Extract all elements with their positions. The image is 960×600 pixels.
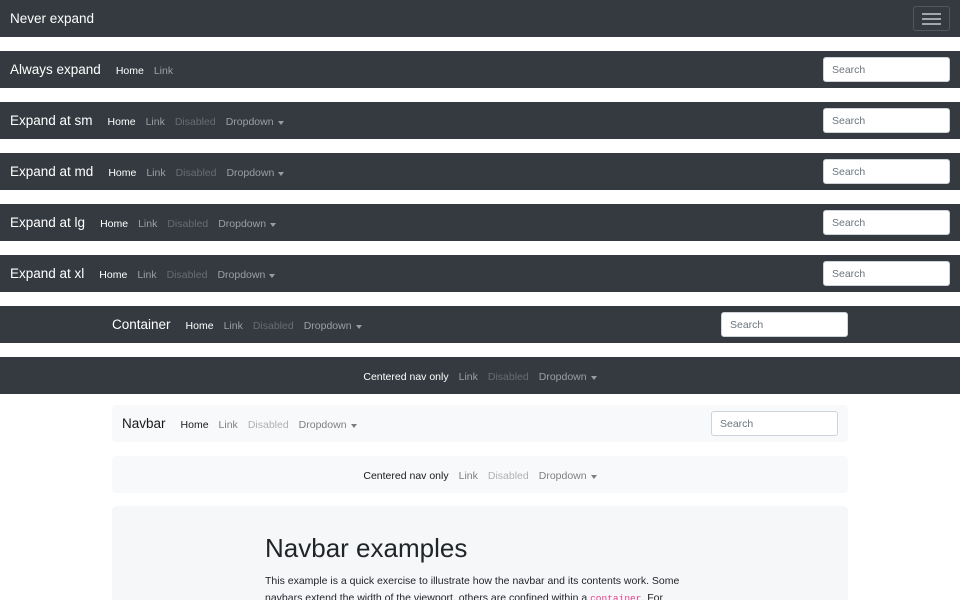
brand-expand-lg[interactable]: Expand at lg bbox=[10, 215, 85, 230]
nav-link-disabled: Disabled bbox=[171, 167, 222, 179]
nav-link-home[interactable]: Home bbox=[181, 320, 219, 332]
search-input[interactable] bbox=[823, 57, 950, 82]
search-input[interactable] bbox=[721, 312, 848, 337]
search-input[interactable] bbox=[711, 411, 838, 436]
nav-dropdown-toggle[interactable]: Dropdown bbox=[221, 167, 289, 179]
nav-link-home[interactable]: Home bbox=[103, 116, 141, 128]
search-input[interactable] bbox=[823, 261, 950, 286]
hero-panel: Navbar examples This example is a quick … bbox=[112, 506, 848, 600]
nav-dropdown-toggle[interactable]: Dropdown bbox=[294, 419, 362, 431]
hamburger-icon bbox=[922, 18, 941, 20]
navbar-always-expand: Always expand Home Link bbox=[0, 51, 960, 88]
nav-link-disabled: Disabled bbox=[162, 218, 213, 230]
nav-link-centered-nav-only[interactable]: Centered nav only bbox=[358, 371, 453, 383]
inline-code-container: container bbox=[590, 593, 641, 600]
chevron-down-icon bbox=[278, 172, 284, 176]
nav-dropdown-toggle[interactable]: Dropdown bbox=[221, 116, 289, 128]
page-title: Navbar examples bbox=[265, 533, 697, 564]
navbar-never-expand: Never expand bbox=[0, 0, 960, 37]
nav-link-disabled: Disabled bbox=[170, 116, 221, 128]
nav-dropdown-toggle[interactable]: Dropdown bbox=[534, 470, 602, 482]
navbar-light: Navbar Home Link Disabled Dropdown bbox=[112, 405, 848, 442]
brand-expand-sm[interactable]: Expand at sm bbox=[10, 113, 93, 128]
brand-container[interactable]: Container bbox=[112, 317, 171, 332]
nav-link-home[interactable]: Home bbox=[111, 65, 149, 77]
search-input[interactable] bbox=[823, 108, 950, 133]
hamburger-icon bbox=[922, 23, 941, 25]
nav-link-disabled: Disabled bbox=[162, 269, 213, 281]
navbar-light-centered: Centered nav only Link Disabled Dropdown bbox=[112, 456, 848, 493]
nav-link-link[interactable]: Link bbox=[214, 419, 243, 431]
navbar-expand-lg: Expand at lg Home Link Disabled Dropdown bbox=[0, 204, 960, 241]
nav-link-link[interactable]: Link bbox=[454, 470, 483, 482]
brand-navbar[interactable]: Navbar bbox=[122, 416, 166, 431]
nav-link-link[interactable]: Link bbox=[141, 116, 170, 128]
chevron-down-icon bbox=[278, 121, 284, 125]
nav-link-home[interactable]: Home bbox=[94, 269, 132, 281]
nav-link-centered-nav-only[interactable]: Centered nav only bbox=[358, 470, 453, 482]
nav-dropdown-toggle[interactable]: Dropdown bbox=[299, 320, 367, 332]
nav-link-home[interactable]: Home bbox=[103, 167, 141, 179]
navbar-expand-sm: Expand at sm Home Link Disabled Dropdown bbox=[0, 102, 960, 139]
nav-link-disabled: Disabled bbox=[248, 320, 299, 332]
nav-link-link[interactable]: Link bbox=[219, 320, 248, 332]
nav-link-disabled: Disabled bbox=[483, 470, 534, 482]
chevron-down-icon bbox=[351, 424, 357, 428]
nav-link-link[interactable]: Link bbox=[141, 167, 170, 179]
navbar-toggler-button[interactable] bbox=[913, 6, 950, 31]
nav-link-link[interactable]: Link bbox=[133, 218, 162, 230]
nav-link-link[interactable]: Link bbox=[149, 65, 178, 77]
nav-link-link[interactable]: Link bbox=[132, 269, 161, 281]
navbar-container: Container Home Link Disabled Dropdown bbox=[0, 306, 960, 343]
chevron-down-icon bbox=[270, 223, 276, 227]
chevron-down-icon bbox=[591, 376, 597, 380]
nav-link-home[interactable]: Home bbox=[176, 419, 214, 431]
brand-never-expand[interactable]: Never expand bbox=[10, 11, 94, 26]
nav-link-disabled: Disabled bbox=[243, 419, 294, 431]
nav-link-disabled: Disabled bbox=[483, 371, 534, 383]
hamburger-icon bbox=[922, 13, 941, 15]
hero-intro-text: This example is a quick exercise to illu… bbox=[265, 573, 697, 600]
navbar-expand-md: Expand at md Home Link Disabled Dropdown bbox=[0, 153, 960, 190]
nav-link-home[interactable]: Home bbox=[95, 218, 133, 230]
chevron-down-icon bbox=[356, 325, 362, 329]
nav-link-link[interactable]: Link bbox=[454, 371, 483, 383]
nav-dropdown-toggle[interactable]: Dropdown bbox=[534, 371, 602, 383]
navbar-dark-centered: Centered nav only Link Disabled Dropdown bbox=[0, 357, 960, 394]
brand-expand-md[interactable]: Expand at md bbox=[10, 164, 93, 179]
search-input[interactable] bbox=[823, 159, 950, 184]
navbar-expand-xl: Expand at xl Home Link Disabled Dropdown bbox=[0, 255, 960, 292]
nav-dropdown-toggle[interactable]: Dropdown bbox=[212, 269, 280, 281]
search-input[interactable] bbox=[823, 210, 950, 235]
brand-always-expand[interactable]: Always expand bbox=[10, 62, 101, 77]
nav-dropdown-toggle[interactable]: Dropdown bbox=[213, 218, 281, 230]
chevron-down-icon bbox=[591, 475, 597, 479]
brand-expand-xl[interactable]: Expand at xl bbox=[10, 266, 84, 281]
chevron-down-icon bbox=[269, 274, 275, 278]
